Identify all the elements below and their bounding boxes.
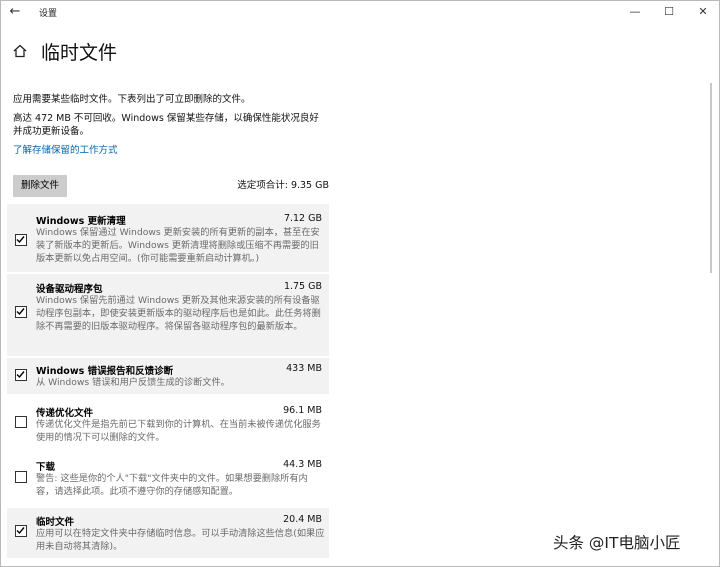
list-item-downloads[interactable]: 下载 44.3 MB 警告: 这些是你的个人"下载"文件夹中的文件。如果想要删除…	[7, 454, 329, 502]
maximize-button[interactable]: ☐	[655, 3, 683, 21]
title-bar: ← 设置 — ☐ ✕	[1, 1, 719, 25]
item-description: 从 Windows 错误和用户反馈生成的诊断文件。	[36, 377, 230, 388]
list-item-device-driver-packages[interactable]: 设备驱动程序包 1.75 GB Windows 保留先前通过 Windows 更…	[7, 274, 329, 356]
checkbox[interactable]	[15, 234, 27, 246]
window-title: 设置	[39, 9, 58, 19]
note-text-line2: 并成功更新设备。	[13, 126, 90, 137]
back-arrow-icon[interactable]: ←	[7, 4, 23, 20]
close-button[interactable]: ✕	[689, 3, 717, 21]
settings-window: ← 设置 — ☐ ✕ 临时文件 应用需要某些临时文件。下表列出了可立即删除的文件…	[0, 0, 720, 567]
item-description: Windows 保留通过 Windows 更新安装的所有更新的副本，甚至在安装了…	[36, 227, 320, 264]
home-icon[interactable]	[12, 43, 28, 59]
check-icon	[16, 236, 25, 244]
item-size: 7.12 GB	[283, 213, 322, 224]
item-description: 传递优化文件是指先前已下载到你的计算机、在当前未被传递优化服务使用的情况下可以删…	[36, 419, 321, 443]
check-icon	[16, 527, 25, 535]
page-title: 临时文件	[41, 42, 118, 64]
item-description: 应用可以在特定文件夹中存储临时信息。可以手动清除这些信息(如果应用未自动将其清除…	[36, 528, 325, 552]
check-icon	[16, 371, 25, 379]
list-item-error-reporting[interactable]: Windows 错误报告和反馈诊断 433 MB 从 Windows 错误和用户…	[7, 358, 329, 394]
item-size: 20.4 MB	[283, 514, 322, 525]
checkbox[interactable]	[15, 471, 27, 483]
item-description: Windows 保留先前通过 Windows 更新及其他来源安装的所有设备驱动程…	[36, 295, 321, 332]
item-name: 临时文件	[36, 517, 75, 528]
item-size: 433 MB	[286, 363, 322, 374]
checkbox[interactable]	[15, 416, 27, 428]
intro-text: 应用需要某些临时文件。下表列出了可立即删除的文件。	[13, 94, 251, 105]
checkbox[interactable]	[15, 306, 27, 318]
selected-total: 选定项合计: 9.35 GB	[237, 180, 329, 191]
item-name: Windows 错误报告和反馈诊断	[36, 366, 174, 377]
checkbox[interactable]	[15, 369, 27, 381]
scrollbar[interactable]	[710, 83, 712, 273]
storage-reserve-link[interactable]: 了解存储保留的工作方式	[13, 142, 118, 156]
item-name: Windows 更新清理	[36, 216, 126, 227]
item-name: 下载	[36, 462, 56, 473]
list-item-temporary-files[interactable]: 临时文件 20.4 MB 应用可以在特定文件夹中存储临时信息。可以手动清除这些信…	[7, 508, 329, 558]
note-text-line1: 高达 472 MB 不可回收。Windows 保留某些存储，以确保性能状况良好	[13, 113, 319, 124]
item-size: 44.3 MB	[283, 459, 322, 470]
watermark: 头条 @IT电脑小匠	[553, 534, 681, 552]
checkbox[interactable]	[15, 525, 27, 537]
delete-files-button[interactable]: 删除文件	[13, 175, 67, 197]
item-size: 96.1 MB	[283, 405, 322, 416]
check-icon	[16, 308, 25, 316]
item-size: 1.75 GB	[283, 281, 322, 292]
item-description: 警告: 这些是你的个人"下载"文件夹中的文件。如果想要删除所有内容，请选择此项。…	[36, 473, 308, 497]
minimize-button[interactable]: —	[621, 3, 649, 21]
item-name: 设备驱动程序包	[36, 284, 103, 295]
item-name: 传递优化文件	[36, 408, 94, 419]
list-item-delivery-optimization[interactable]: 传递优化文件 96.1 MB 传递优化文件是指先前已下载到你的计算机、在当前未被…	[7, 400, 329, 450]
list-item-windows-update-cleanup[interactable]: Windows 更新清理 7.12 GB Windows 保留通过 Window…	[7, 204, 329, 272]
